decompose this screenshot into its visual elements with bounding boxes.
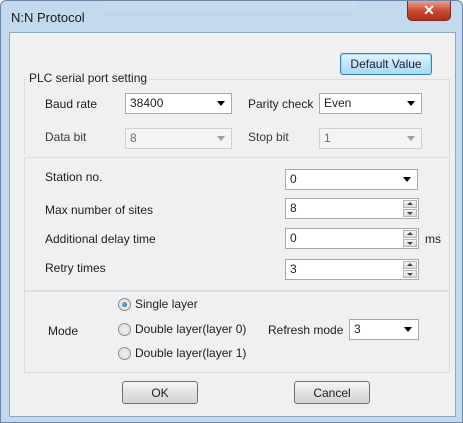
max-sites-spinner[interactable]: 8 — [285, 198, 419, 219]
background-window-strip — [106, 1, 356, 17]
refresh-mode-select[interactable]: 3 — [349, 319, 419, 340]
chevron-down-icon — [404, 327, 412, 332]
dialog-window: N:N Protocol ✕ Default Value PLC serial … — [0, 0, 463, 423]
stop-bit-label: Stop bit — [248, 130, 289, 144]
delay-label: Additional delay time — [45, 232, 156, 246]
data-bit-label: Data bit — [45, 130, 87, 144]
spin-up-icon[interactable] — [403, 261, 417, 269]
radio-double-layer-0-label[interactable]: Double layer(layer 0) — [135, 322, 246, 336]
radio-single-layer[interactable] — [118, 298, 131, 311]
chevron-down-icon — [217, 136, 225, 141]
refresh-mode-label: Refresh mode — [268, 323, 344, 337]
max-sites-label: Max number of sites — [45, 203, 154, 217]
baud-rate-label: Baud rate — [45, 97, 98, 111]
delay-spinner[interactable]: 0 — [285, 228, 419, 249]
stop-bit-value: 1 — [324, 131, 331, 145]
plc-group-label: PLC serial port setting — [27, 71, 150, 85]
max-sites-value: 8 — [290, 201, 297, 215]
close-button[interactable]: ✕ — [407, 1, 451, 21]
chevron-down-icon — [407, 101, 415, 106]
chevron-down-icon — [217, 101, 225, 106]
parity-check-select[interactable]: Even — [319, 93, 422, 114]
station-no-label: Station no. — [45, 170, 103, 184]
stop-bit-select: 1 — [319, 128, 422, 149]
radio-double-layer-1-label[interactable]: Double layer(layer 1) — [135, 346, 246, 360]
cancel-button[interactable]: Cancel — [294, 381, 370, 404]
default-value-button[interactable]: Default Value — [340, 53, 432, 75]
baud-rate-select[interactable]: 38400 — [125, 93, 232, 114]
retry-value: 3 — [290, 262, 297, 276]
radio-single-layer-label[interactable]: Single layer — [135, 297, 198, 311]
baud-rate-value: 38400 — [130, 96, 164, 110]
retry-spinner[interactable]: 3 — [285, 259, 419, 280]
ok-button[interactable]: OK — [122, 381, 198, 404]
data-bit-value: 8 — [130, 131, 137, 145]
station-no-select[interactable]: 0 — [285, 169, 418, 190]
spin-down-icon[interactable] — [403, 209, 417, 217]
mode-label: Mode — [48, 324, 79, 338]
spin-down-icon[interactable] — [403, 239, 417, 247]
station-no-value: 0 — [290, 172, 297, 186]
radio-double-layer-0[interactable] — [118, 323, 131, 336]
refresh-mode-value: 3 — [354, 322, 361, 336]
parity-check-label: Parity check — [248, 97, 314, 111]
chevron-down-icon — [407, 136, 415, 141]
data-bit-select: 8 — [125, 128, 232, 149]
spin-down-icon[interactable] — [403, 270, 417, 278]
window-title: N:N Protocol — [11, 10, 85, 25]
chevron-down-icon — [403, 177, 411, 182]
parity-check-value: Even — [324, 96, 352, 110]
spin-up-icon[interactable] — [403, 200, 417, 208]
delay-value: 0 — [290, 231, 297, 245]
close-icon: ✕ — [423, 2, 435, 18]
spin-up-icon[interactable] — [403, 230, 417, 238]
retry-label: Retry times — [45, 261, 106, 275]
radio-double-layer-1[interactable] — [118, 347, 131, 360]
dialog-client-area: Default Value PLC serial port setting Ba… — [9, 32, 456, 417]
delay-unit: ms — [425, 232, 441, 246]
